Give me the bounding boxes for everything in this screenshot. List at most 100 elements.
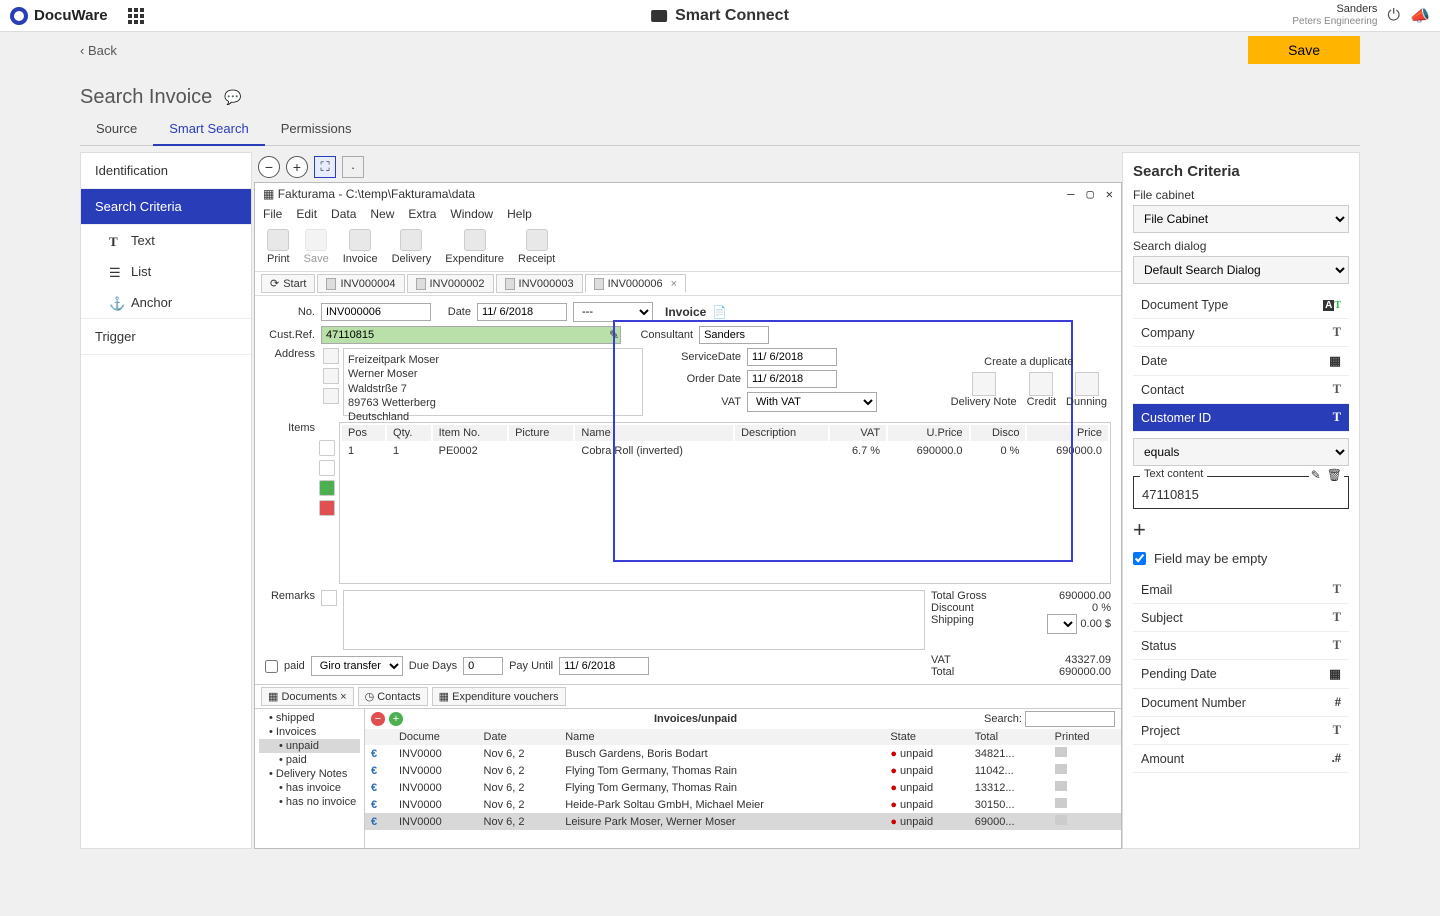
search-input[interactable] — [1025, 711, 1115, 727]
duedays-field[interactable] — [463, 657, 503, 675]
custref-field[interactable] — [321, 326, 621, 344]
no-field[interactable] — [321, 303, 431, 321]
user-info[interactable]: Sanders Peters Engineering — [1292, 3, 1377, 28]
close-icon[interactable]: ✕ — [1106, 187, 1113, 201]
payuntil-field[interactable] — [559, 657, 649, 675]
consultant-field[interactable] — [699, 326, 769, 344]
addr-icon-2[interactable] — [323, 368, 339, 384]
operator-select[interactable]: equals — [1133, 438, 1349, 466]
item-doc-icon[interactable] — [319, 440, 335, 456]
addr-icon-3[interactable] — [323, 388, 339, 404]
tbtn-print[interactable]: Print — [261, 227, 296, 267]
menu-help[interactable]: Help — [507, 207, 532, 221]
apps-grid-icon[interactable] — [128, 8, 144, 24]
criteria-field[interactable]: Date▦ — [1133, 347, 1349, 376]
date-field[interactable] — [477, 303, 567, 321]
dash-select[interactable]: --- — [573, 302, 653, 322]
file-cabinet-select[interactable]: File Cabinet — [1133, 205, 1349, 233]
field-empty-checkbox[interactable] — [1133, 552, 1146, 565]
remarks-box[interactable] — [343, 590, 925, 650]
invoice-row[interactable]: €INV0000Nov 6, 2Busch Gardens, Boris Bod… — [365, 745, 1121, 762]
paid-checkbox[interactable] — [265, 660, 278, 673]
addr-icon-1[interactable] — [323, 348, 339, 364]
item-add-icon[interactable] — [319, 480, 335, 496]
tab-smart-search[interactable]: Smart Search — [153, 113, 264, 146]
power-icon[interactable]: ⏻ — [1387, 7, 1400, 25]
invoice-row[interactable]: €INV0000Nov 6, 2Flying Tom Germany, Thom… — [365, 779, 1121, 796]
list-add-icon[interactable]: + — [389, 712, 403, 726]
btab-contacts[interactable]: ◷ Contacts — [358, 687, 428, 706]
selection-mode-b[interactable]: · — [342, 156, 364, 178]
menu-edit[interactable]: Edit — [296, 207, 317, 221]
criteria-field[interactable]: StatusT — [1133, 632, 1349, 660]
criteria-field[interactable]: Pending Date▦ — [1133, 660, 1349, 689]
doctab-2[interactable]: INV000002 — [407, 274, 494, 293]
menu-data[interactable]: Data — [331, 207, 356, 221]
add-criteria-button[interactable]: + — [1133, 517, 1349, 543]
criteria-field[interactable]: Customer IDT — [1133, 404, 1349, 432]
edit-icon[interactable]: ✎ — [1311, 468, 1321, 482]
item-folder-icon[interactable] — [319, 460, 335, 476]
sidebar-sub-anchor[interactable]: ⚓Anchor — [81, 287, 251, 318]
tbtn-delivery[interactable]: Delivery — [386, 227, 438, 267]
zoom-in-button[interactable]: + — [286, 156, 308, 178]
invoice-row[interactable]: €INV0000Nov 6, 2Heide-Park Soltau GmbH, … — [365, 796, 1121, 813]
ship-select[interactable] — [1047, 614, 1077, 634]
doctab-3[interactable]: INV000003 — [496, 274, 583, 293]
save-button[interactable]: Save — [1248, 36, 1360, 64]
criteria-field[interactable]: ContactT — [1133, 376, 1349, 404]
address-box[interactable]: Freizeitpark Moser Werner Moser Waldstrß… — [343, 348, 643, 416]
menu-window[interactable]: Window — [450, 207, 493, 221]
vat-select[interactable]: With VAT — [747, 392, 877, 412]
criteria-field[interactable]: Document Number# — [1133, 689, 1349, 717]
criteria-field[interactable]: ProjectT — [1133, 717, 1349, 745]
dup-credit[interactable]: Credit — [1027, 372, 1056, 408]
sidebar-item-search-criteria[interactable]: Search Criteria — [81, 189, 251, 225]
orderdate-field[interactable] — [747, 370, 837, 388]
doctab-1[interactable]: INV000004 — [317, 274, 404, 293]
delete-icon[interactable]: 🗑 — [1327, 468, 1342, 482]
announcement-icon[interactable]: 📣 — [1410, 6, 1430, 26]
maximize-icon[interactable]: ▢ — [1087, 187, 1094, 201]
minimize-icon[interactable]: — — [1067, 187, 1074, 201]
tbtn-expenditure[interactable]: Expenditure — [439, 227, 510, 267]
doctab-start[interactable]: ⟳Start — [261, 274, 315, 293]
items-row[interactable]: 11PE0002Cobra Roll (inverted)6.7 %690000… — [342, 443, 1108, 459]
item-remove-icon[interactable] — [319, 500, 335, 516]
btab-expenditure[interactable]: ▦ Expenditure vouchers — [432, 687, 566, 706]
close-tab-icon[interactable]: × — [671, 278, 677, 290]
menu-extra[interactable]: Extra — [408, 207, 436, 221]
selection-mode-a[interactable]: ⛶ — [314, 156, 336, 178]
list-remove-icon[interactable]: − — [371, 712, 385, 726]
edit-icon[interactable]: ✎ — [609, 328, 619, 342]
zoom-out-button[interactable]: − — [258, 156, 280, 178]
dup-delivery[interactable]: Delivery Note — [951, 372, 1017, 408]
document-tree[interactable]: • shipped • Invoices • unpaid • paid • D… — [255, 709, 365, 848]
tbtn-receipt[interactable]: Receipt — [512, 227, 561, 267]
invoice-row[interactable]: €INV0000Nov 6, 2Leisure Park Moser, Wern… — [365, 813, 1121, 830]
sidebar-sub-list[interactable]: ☰List — [81, 256, 251, 287]
remarks-icon[interactable] — [321, 590, 337, 606]
criteria-field[interactable]: Amount.# — [1133, 745, 1349, 773]
menu-new[interactable]: New — [370, 207, 394, 221]
dup-dunning[interactable]: Dunning — [1066, 372, 1107, 408]
doctab-4[interactable]: INV000006× — [585, 274, 686, 293]
tab-permissions[interactable]: Permissions — [265, 113, 368, 145]
comment-icon[interactable]: 💬 — [224, 89, 241, 106]
menu-file[interactable]: File — [263, 207, 282, 221]
tbtn-invoice[interactable]: Invoice — [337, 227, 384, 267]
tbtn-save[interactable]: Save — [298, 227, 335, 267]
btab-documents[interactable]: ▦ Documents × — [261, 687, 354, 706]
back-button[interactable]: ‹ Back — [80, 43, 117, 58]
criteria-field[interactable]: CompanyT — [1133, 319, 1349, 347]
servicedate-field[interactable] — [747, 348, 837, 366]
search-dialog-select[interactable]: Default Search Dialog — [1133, 256, 1349, 284]
criteria-field[interactable]: SubjectT — [1133, 604, 1349, 632]
sidebar-sub-text[interactable]: TText — [81, 225, 251, 256]
criteria-field[interactable]: Document TypeAT — [1133, 292, 1349, 319]
tab-source[interactable]: Source — [80, 113, 153, 145]
criteria-field[interactable]: EmailT — [1133, 576, 1349, 604]
sidebar-item-trigger[interactable]: Trigger — [81, 318, 251, 355]
sidebar-item-identification[interactable]: Identification — [81, 153, 251, 189]
invoice-row[interactable]: €INV0000Nov 6, 2Flying Tom Germany, Thom… — [365, 762, 1121, 779]
